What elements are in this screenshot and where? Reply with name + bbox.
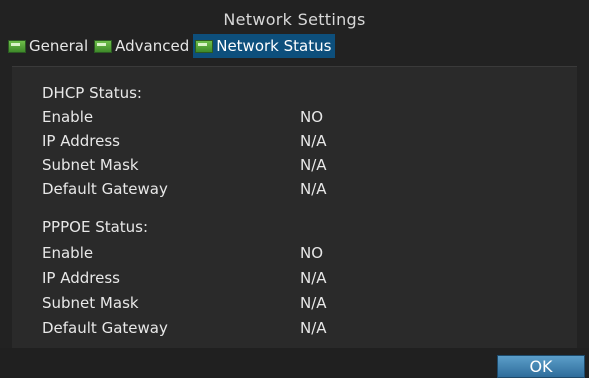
row-value: N/A: [300, 132, 327, 150]
tab-label: Network Status: [216, 37, 332, 55]
row-label: Enable: [42, 108, 94, 126]
row-value: N/A: [300, 319, 327, 337]
tab-advanced[interactable]: Advanced: [92, 34, 193, 58]
network-settings-dialog: Network Settings General Advanced Networ…: [0, 0, 589, 378]
row-label: Subnet Mask: [42, 156, 139, 174]
network-tab-icon: [8, 39, 26, 53]
network-tab-icon: [195, 39, 214, 53]
dhcp-default-gateway-row: Default Gateway N/A: [42, 180, 562, 202]
network-tab-icon: [94, 39, 113, 53]
tab-general[interactable]: General: [6, 34, 92, 58]
dhcp-status-heading: DHCP Status:: [42, 84, 142, 102]
pppoe-status-heading: PPPOE Status:: [42, 218, 149, 236]
pppoe-enable-row: Enable NO: [42, 244, 562, 266]
row-value: NO: [300, 244, 324, 262]
row-label: IP Address: [42, 269, 120, 287]
row-label: IP Address: [42, 132, 120, 150]
row-value: N/A: [300, 156, 327, 174]
dhcp-ip-address-row: IP Address N/A: [42, 132, 562, 154]
pppoe-default-gateway-row: Default Gateway N/A: [42, 319, 562, 341]
row-label: Default Gateway: [42, 319, 168, 337]
tab-label: General: [29, 37, 89, 55]
row-value: NO: [300, 108, 324, 126]
row-value: N/A: [300, 180, 327, 198]
dialog-title: Network Settings: [223, 10, 366, 29]
dhcp-subnet-mask-row: Subnet Mask N/A: [42, 156, 562, 178]
row-label: Subnet Mask: [42, 294, 139, 312]
row-label: Default Gateway: [42, 180, 168, 198]
row-value: N/A: [300, 269, 327, 287]
tab-network-status[interactable]: Network Status: [193, 34, 336, 58]
row-label: Enable: [42, 244, 94, 262]
tab-bar: General Advanced Network Status: [6, 33, 336, 59]
row-value: N/A: [300, 294, 327, 312]
network-status-panel: DHCP Status: Enable NO IP Address N/A Su…: [12, 66, 577, 348]
tab-label: Advanced: [115, 37, 190, 55]
dhcp-enable-row: Enable NO: [42, 108, 562, 130]
pppoe-subnet-mask-row: Subnet Mask N/A: [42, 294, 562, 316]
pppoe-ip-address-row: IP Address N/A: [42, 269, 562, 291]
ok-button[interactable]: OK: [497, 355, 585, 378]
